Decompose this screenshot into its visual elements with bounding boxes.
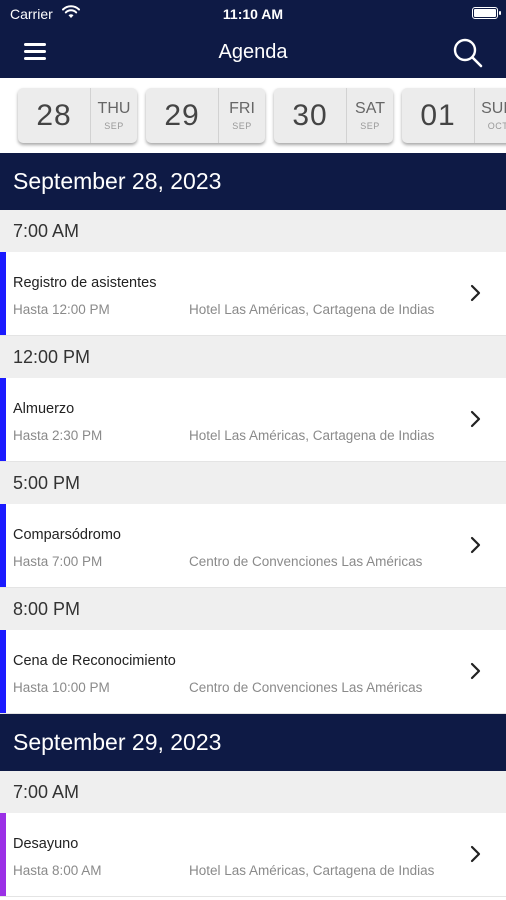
event-accent-bar: [0, 252, 6, 335]
event-row[interactable]: Registro de asistentes Hasta 12:00 PM Hote…: [0, 252, 506, 336]
date-card-weekday: FRI: [229, 100, 255, 117]
agenda-list: September 28, 2023 7:00 AM Registro de asi…: [0, 153, 506, 897]
nav-bar: Agenda: [0, 28, 506, 78]
event-title: Almuerzo: [13, 401, 75, 417]
battery-icon: [472, 7, 501, 19]
event-end-time: Hasta 12:00 PM: [13, 302, 110, 317]
event-end-time: Hasta 7:00 PM: [13, 554, 103, 569]
event-row[interactable]: Cena de Reconocimiento Hasta 10:00 PM Cent…: [0, 630, 506, 714]
event-end-time: Hasta 10:00 PM: [13, 680, 110, 695]
event-title: Cena de Reconocimiento: [13, 653, 176, 669]
date-section-header: September 28, 2023: [0, 153, 506, 210]
chevron-right-icon: [470, 410, 481, 428]
date-card-day: 01: [420, 98, 456, 132]
chevron-right-icon: [470, 536, 481, 554]
chevron-right-icon: [470, 662, 481, 680]
time-slot-header: 7:00 AM: [0, 210, 506, 252]
date-card-weekday: SUN: [481, 100, 506, 117]
event-accent-bar: [0, 630, 6, 713]
date-section-header: September 29, 2023: [0, 714, 506, 771]
event-title: Comparsódromo: [13, 527, 121, 543]
date-card-meta: SAT SEP: [346, 88, 393, 143]
event-location: Centro de Convenciones Las Américas: [189, 680, 423, 695]
date-card-meta: SUN OCT: [474, 88, 506, 143]
status-time: 11:10 AM: [222, 6, 284, 22]
date-track: 28 THU SEP 29 FRI SEP 30 SAT SEP 01 SUN OCT: [18, 88, 506, 143]
date-card-month: OCT: [487, 121, 506, 131]
page-title: Agenda: [218, 41, 288, 63]
date-card-meta: THU SEP: [90, 88, 137, 143]
time-slot-header: 8:00 PM: [0, 588, 506, 630]
date-card[interactable]: 29 FRI SEP: [146, 88, 265, 143]
event-location: Hotel Las Américas, Cartagena de Indias: [189, 428, 435, 443]
event-end-time: Hasta 2:30 PM: [13, 428, 103, 443]
date-card-month: SEP: [104, 121, 124, 131]
date-card[interactable]: 30 SAT SEP: [274, 88, 393, 143]
date-card-meta: FRI SEP: [218, 88, 265, 143]
event-row[interactable]: Comparsódromo Hasta 7:00 PM Centro de Conv…: [0, 504, 506, 588]
date-card-weekday: THU: [97, 100, 131, 117]
date-card[interactable]: 01 SUN OCT: [402, 88, 506, 143]
event-row[interactable]: Almuerzo Hasta 2:30 PM Hotel Las Américas,…: [0, 378, 506, 462]
event-title: Registro de asistentes: [13, 275, 157, 291]
search-icon[interactable]: [452, 37, 484, 69]
date-card-month: SEP: [360, 121, 380, 131]
date-card-weekday: SAT: [355, 100, 385, 117]
time-slot-header: 5:00 PM: [0, 462, 506, 504]
event-accent-bar: [0, 378, 6, 461]
date-strip: 28 THU SEP 29 FRI SEP 30 SAT SEP 01 SUN OCT: [0, 78, 506, 153]
event-title: Desayuno: [13, 836, 79, 852]
time-slot-header: 7:00 AM: [0, 771, 506, 813]
event-location: Hotel Las Américas, Cartagena de Indias: [189, 863, 435, 878]
chevron-right-icon: [470, 845, 481, 863]
event-end-time: Hasta 8:00 AM: [13, 863, 102, 878]
chevron-right-icon: [470, 284, 481, 302]
time-slot-header: 12:00 PM: [0, 336, 506, 378]
event-row[interactable]: Desayuno Hasta 8:00 AM Hotel Las Américas,…: [0, 813, 506, 897]
date-card[interactable]: 28 THU SEP: [18, 88, 137, 143]
event-accent-bar: [0, 813, 6, 896]
date-card-day: 29: [164, 98, 200, 132]
date-card-day: 28: [36, 98, 72, 132]
event-location: Hotel Las Américas, Cartagena de Indias: [189, 302, 435, 317]
status-bar: Carrier 11:10 AM: [0, 0, 506, 28]
date-card-month: SEP: [232, 121, 252, 131]
event-accent-bar: [0, 504, 6, 587]
event-location: Centro de Convenciones Las Américas: [189, 554, 423, 569]
date-card-day: 30: [292, 98, 328, 132]
